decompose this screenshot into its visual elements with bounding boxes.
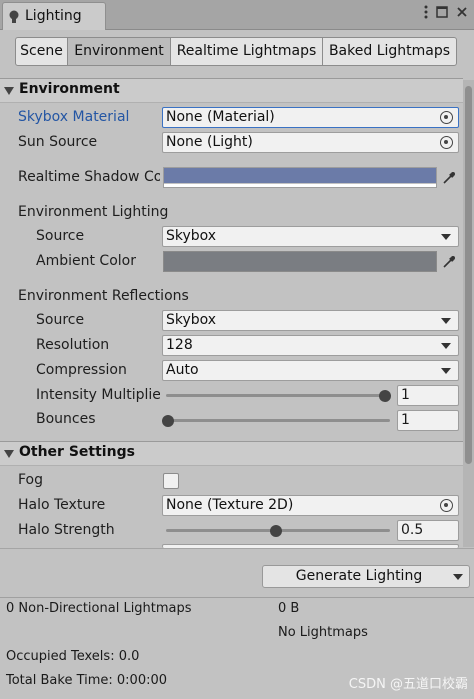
window-tab-bar: Lighting (0, 0, 474, 30)
halo-strength-label: Halo Strength (18, 522, 115, 538)
tab-environment[interactable]: Environment (67, 37, 171, 66)
window-title: Lighting (25, 8, 82, 24)
alpha-bar (164, 184, 436, 187)
close-icon[interactable] (456, 6, 468, 24)
lighting-source-value: Skybox (166, 228, 217, 244)
reflections-source-value: Skybox (166, 312, 217, 328)
halo-texture-value: None (Texture 2D) (166, 497, 294, 513)
object-picker-icon[interactable] (440, 111, 453, 124)
compression-dropdown[interactable]: Auto (162, 360, 459, 381)
bounces-slider-thumb[interactable] (162, 415, 174, 427)
skybox-material-value: None (Material) (166, 109, 275, 125)
halo-texture-field[interactable]: None (Texture 2D) (162, 495, 459, 516)
scrollbar-thumb[interactable] (465, 86, 472, 464)
dropdown-arrow-icon (441, 318, 451, 324)
ambient-color-label: Ambient Color (36, 253, 136, 269)
ambient-color-field[interactable] (163, 251, 437, 272)
sun-source-field[interactable]: None (Light) (162, 132, 459, 153)
maximize-icon[interactable] (436, 6, 448, 24)
divider (0, 548, 474, 549)
dropdown-arrow-icon (441, 234, 451, 240)
compression-label: Compression (36, 362, 127, 378)
ambient-color-swatch (164, 252, 436, 271)
compression-value: Auto (166, 362, 199, 378)
foldout-arrow-icon (4, 87, 14, 95)
dropdown-arrow-icon (441, 368, 451, 374)
object-picker-icon[interactable] (440, 136, 453, 149)
tab-baked-lightmaps[interactable]: Baked Lightmaps (322, 37, 457, 66)
intensity-value-field[interactable]: 1 (397, 385, 459, 406)
tab-scene[interactable]: Scene (15, 37, 68, 66)
environment-section-header[interactable]: Environment (0, 78, 463, 103)
intensity-multiplier-label: Intensity Multiplie (36, 387, 160, 403)
realtime-shadow-color-label: Realtime Shadow Co (18, 169, 160, 185)
realtime-shadow-color-field[interactable] (163, 167, 437, 188)
reflections-source-dropdown[interactable]: Skybox (162, 310, 459, 331)
object-picker-icon[interactable] (440, 499, 453, 512)
watermark: CSDN @五道口校霸 (348, 677, 468, 692)
shadow-color-swatch (164, 168, 436, 183)
bounces-slider-track[interactable] (166, 419, 390, 422)
eyedropper-icon[interactable] (438, 251, 460, 272)
other-settings-section-header[interactable]: Other Settings (0, 441, 463, 466)
occupied-texels-text: Occupied Texels: 0.0 (6, 649, 140, 664)
reflections-source-label: Source (36, 312, 85, 328)
tab-realtime-lightmaps[interactable]: Realtime Lightmaps (170, 37, 323, 66)
skybox-material-field[interactable]: None (Material) (162, 107, 459, 128)
lightbulb-icon (9, 10, 19, 28)
bounces-label: Bounces (36, 411, 96, 427)
lightmap-size-text: 0 B (278, 601, 300, 616)
dropdown-arrow-icon[interactable] (453, 574, 463, 580)
non-directional-lightmaps-text: 0 Non-Directional Lightmaps (6, 601, 192, 616)
generate-lighting-button[interactable]: Generate Lighting (262, 565, 470, 588)
sun-source-label: Sun Source (18, 134, 98, 150)
resolution-value: 128 (166, 337, 193, 353)
total-bake-time-text: Total Bake Time: 0:00:00 (6, 673, 168, 688)
lighting-window-tab[interactable]: Lighting (2, 2, 106, 30)
environment-lighting-heading: Environment Lighting (18, 204, 169, 220)
resolution-label: Resolution (36, 337, 110, 353)
eyedropper-icon[interactable] (438, 167, 460, 188)
halo-strength-slider-thumb[interactable] (270, 525, 282, 537)
sun-source-value: None (Light) (166, 134, 253, 150)
dropdown-arrow-icon (441, 343, 451, 349)
bounces-value-field[interactable]: 1 (397, 410, 459, 431)
intensity-slider-track[interactable] (166, 394, 390, 397)
foldout-arrow-icon (4, 450, 14, 458)
halo-strength-value-field[interactable]: 0.5 (397, 520, 459, 541)
skybox-material-label: Skybox Material (18, 109, 130, 125)
fog-checkbox[interactable] (163, 473, 179, 489)
generate-lighting-label: Generate Lighting (295, 568, 423, 584)
environment-reflections-heading: Environment Reflections (18, 288, 189, 304)
no-lightmaps-text: No Lightmaps (278, 625, 368, 640)
intensity-slider-thumb[interactable] (379, 390, 391, 402)
lighting-source-dropdown[interactable]: Skybox (162, 226, 459, 247)
halo-texture-label: Halo Texture (18, 497, 106, 513)
lighting-source-label: Source (36, 228, 85, 244)
resolution-dropdown[interactable]: 128 (162, 335, 459, 356)
lighting-subtabs: Scene Environment Realtime Lightmaps Bak… (15, 37, 457, 66)
kebab-menu-icon[interactable] (424, 5, 428, 25)
fog-label: Fog (18, 472, 44, 488)
other-settings-section-title: Other Settings (19, 444, 135, 460)
environment-section-title: Environment (19, 81, 120, 97)
